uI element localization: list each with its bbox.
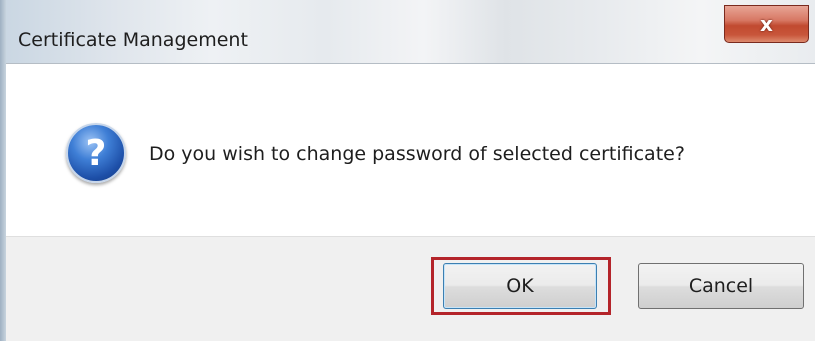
title-bar[interactable]: Certificate Management x xyxy=(0,0,815,64)
ok-button-label: OK xyxy=(506,275,534,297)
certificate-management-dialog: Certificate Management x ? Do you wish t… xyxy=(0,0,815,341)
dialog-content: ? Do you wish to change password of sele… xyxy=(6,65,815,236)
cancel-button-label: Cancel xyxy=(688,275,754,297)
cancel-button[interactable]: Cancel xyxy=(638,263,804,309)
dialog-title: Certificate Management xyxy=(18,29,248,51)
close-icon: x xyxy=(760,12,773,36)
question-mark-glyph: ? xyxy=(85,132,107,174)
question-icon: ? xyxy=(66,123,126,183)
dialog-message: Do you wish to change password of select… xyxy=(149,143,685,165)
dialog-button-bar: OK Cancel xyxy=(6,236,815,341)
ok-button[interactable]: OK xyxy=(443,263,597,309)
close-button[interactable]: x xyxy=(724,5,809,43)
